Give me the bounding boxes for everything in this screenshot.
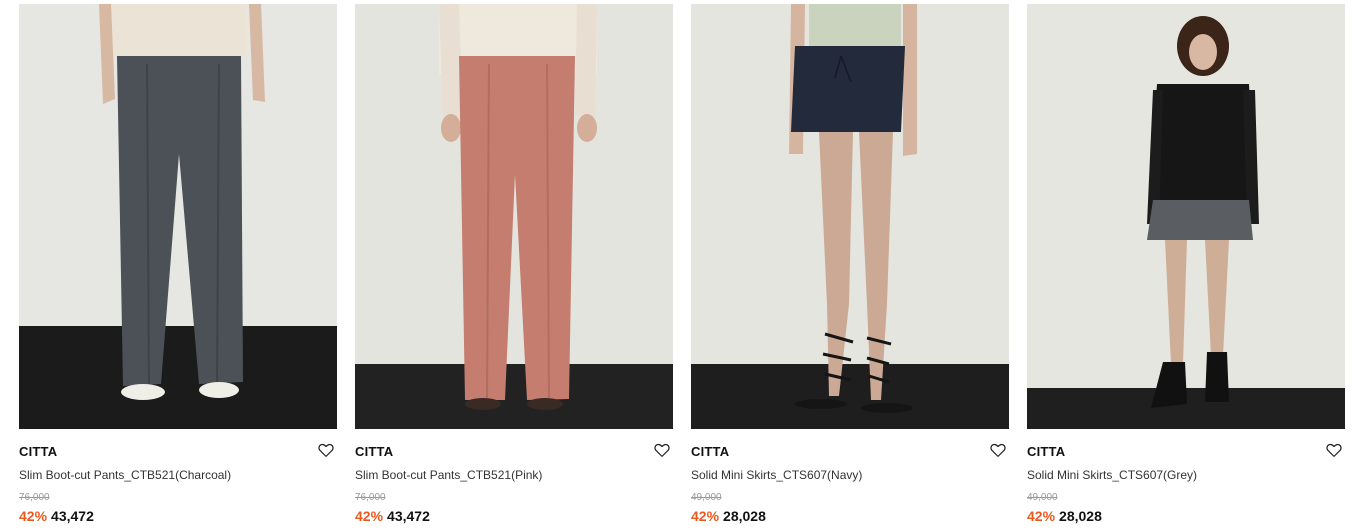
- original-price: 49,000: [1027, 492, 1058, 503]
- discount-rate: 42%: [691, 508, 720, 524]
- brand-name[interactable]: CITTA: [691, 444, 729, 459]
- product-card[interactable]: CITTA Solid Mini Skirts_CTS607(Grey) 49,…: [1027, 4, 1345, 532]
- heart-icon[interactable]: [653, 441, 671, 459]
- product-image[interactable]: [19, 4, 337, 429]
- original-price: 76,000: [19, 492, 50, 503]
- heart-icon[interactable]: [1325, 441, 1343, 459]
- brand-name[interactable]: CITTA: [355, 444, 393, 459]
- heart-icon[interactable]: [317, 441, 335, 459]
- brand-name[interactable]: CITTA: [19, 444, 57, 459]
- price-row: 42% 43,472: [355, 508, 430, 524]
- price-row: 42% 43,472: [19, 508, 94, 524]
- product-image[interactable]: [691, 4, 1009, 429]
- product-name[interactable]: Solid Mini Skirts_CTS607(Navy): [691, 468, 862, 482]
- brand-name[interactable]: CITTA: [1027, 444, 1065, 459]
- original-price: 76,000: [355, 492, 386, 503]
- product-image[interactable]: [1027, 4, 1345, 429]
- price-row: 42% 28,028: [691, 508, 766, 524]
- original-price: 49,000: [691, 492, 722, 503]
- product-card[interactable]: CITTA Slim Boot-cut Pants_CTB521(Pink) 7…: [355, 4, 673, 532]
- product-grid: CITTA Slim Boot-cut Pants_CTB521(Charcoa…: [19, 4, 1349, 532]
- discount-rate: 42%: [1027, 508, 1056, 524]
- product-image[interactable]: [355, 4, 673, 429]
- sale-price: 43,472: [387, 508, 430, 524]
- product-name[interactable]: Solid Mini Skirts_CTS607(Grey): [1027, 468, 1197, 482]
- sale-price: 28,028: [1059, 508, 1102, 524]
- sale-price: 43,472: [51, 508, 94, 524]
- sale-price: 28,028: [723, 508, 766, 524]
- price-row: 42% 28,028: [1027, 508, 1102, 524]
- discount-rate: 42%: [355, 508, 384, 524]
- product-card[interactable]: CITTA Solid Mini Skirts_CTS607(Navy) 49,…: [691, 4, 1009, 532]
- heart-icon[interactable]: [989, 441, 1007, 459]
- discount-rate: 42%: [19, 508, 48, 524]
- product-name[interactable]: Slim Boot-cut Pants_CTB521(Pink): [355, 468, 542, 482]
- product-name[interactable]: Slim Boot-cut Pants_CTB521(Charcoal): [19, 468, 231, 482]
- product-card[interactable]: CITTA Slim Boot-cut Pants_CTB521(Charcoa…: [19, 4, 337, 532]
